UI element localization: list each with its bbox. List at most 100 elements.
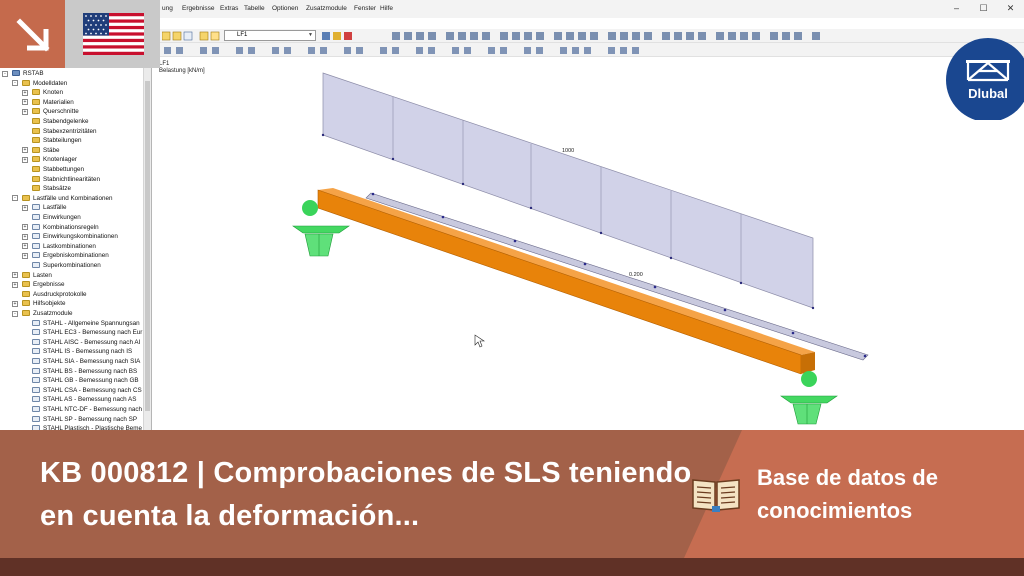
tree-item-label: Lastfälle und Kombinationen <box>33 194 113 202</box>
tree-item[interactable]: Kombinationsregeln <box>32 223 99 232</box>
tree-item-label: Ergebniskombinationen <box>43 252 109 260</box>
folder-icon <box>32 118 40 124</box>
tree-item[interactable]: Ausdruckprotokolle <box>22 290 87 299</box>
tree-toggle[interactable]: + <box>22 147 28 154</box>
tree-item[interactable]: Zusatzmodule <box>22 309 73 318</box>
book-icon <box>692 479 740 512</box>
toolbar-file-icons[interactable] <box>162 31 222 41</box>
toolbar-tool-icons[interactable] <box>322 31 1022 41</box>
loadcase-select-value: LF1 <box>237 32 248 38</box>
module-icon <box>32 233 40 240</box>
tree-item[interactable]: Modelldaten <box>22 79 67 88</box>
tree-item-label: STAHL IS - Bemessung nach IS <box>43 348 133 356</box>
tree-item-label: Stabnichtlinearitäten <box>43 175 101 183</box>
tree-item[interactable]: STAHL SIA - Bemessung nach SIA <box>32 357 140 366</box>
tree-toggle[interactable]: + <box>22 243 28 250</box>
tree-item[interactable]: STAHL SP - Bemessung nach SP <box>32 415 137 424</box>
tree-item[interactable]: Materialien <box>32 98 74 107</box>
tree-toggle[interactable]: + <box>22 204 28 211</box>
menu-item-ergebnisse[interactable]: Ergebnisse <box>182 5 215 12</box>
tree-item[interactable]: STAHL BS - Bemessung nach BS <box>32 367 137 376</box>
tree-item-label: Materialien <box>43 98 74 106</box>
folder-icon <box>22 194 30 201</box>
tree-item-label: Lastkombinationen <box>43 242 96 250</box>
tree-toggle[interactable]: + <box>12 281 18 288</box>
menu-item-tabelle[interactable]: Tabelle <box>244 5 265 12</box>
tree-item[interactable]: Ergebnisse <box>22 280 65 289</box>
tree-item[interactable]: STAHL AISC - Bemessung nach AI <box>32 338 140 347</box>
tree-item[interactable]: Querschnitte <box>32 107 79 116</box>
tree-toggle[interactable]: + <box>12 300 18 307</box>
tree-item[interactable]: Lastkombinationen <box>32 242 96 251</box>
loadcase-select[interactable]: LF1 ▼ <box>224 30 316 41</box>
window-controls: – ☐ ✕ <box>943 0 1024 18</box>
tree-item[interactable]: Stabendgelenke <box>32 117 89 126</box>
tree-item-label: STAHL - Allgemeine Spannungsan <box>43 319 140 327</box>
tree-toggle[interactable]: - <box>12 195 18 202</box>
menu-item-optionen[interactable]: Optionen <box>272 5 298 12</box>
tree-item[interactable]: Stabexzentrizitäten <box>32 127 97 136</box>
menu-item-hilfe[interactable]: Hilfe <box>380 5 393 12</box>
close-button[interactable]: ✕ <box>997 0 1024 18</box>
tree-item[interactable]: STAHL - Allgemeine Spannungsan <box>32 319 140 328</box>
scrollbar-thumb[interactable] <box>145 81 150 411</box>
folder-icon <box>32 108 40 115</box>
module-icon <box>32 242 40 249</box>
menu-item-fenster[interactable]: Fenster <box>354 5 376 12</box>
tree-item[interactable]: Einwirkungskombinationen <box>32 232 118 241</box>
tree-item[interactable]: Lasten <box>22 271 52 280</box>
tree-item[interactable]: Lastfälle und Kombinationen <box>22 194 112 203</box>
toolbar-secondary-icons[interactable] <box>164 45 944 55</box>
tree-toggle[interactable]: + <box>22 156 28 163</box>
tree-item-label: STAHL GB - Bemessung nach GB <box>43 377 139 385</box>
tree-item[interactable]: Hilfsobjekte <box>22 299 66 308</box>
tree-item[interactable]: Stabteilungen <box>32 136 82 145</box>
tree-item[interactable]: Stabbettungen <box>32 165 84 174</box>
tree-item[interactable]: Knotenlager <box>32 155 77 164</box>
tree-item-label: Kombinationsregeln <box>43 223 99 231</box>
tree-toggle[interactable]: + <box>22 89 28 96</box>
tree-item[interactable]: STAHL CSA - Bemessung nach CS <box>32 386 142 395</box>
tree-item[interactable]: STAHL IS - Bemessung nach IS <box>32 347 132 356</box>
tree-item[interactable]: Ergebniskombinationen <box>32 251 109 260</box>
tree-item[interactable]: Stabnichtlinearitäten <box>32 175 100 184</box>
tree-item-label: Querschnitte <box>43 108 79 116</box>
tree-toggle[interactable]: - <box>12 310 18 317</box>
tree-item[interactable]: Superkombinationen <box>32 261 101 270</box>
tree-toggle[interactable]: + <box>22 99 28 106</box>
tree-toggle[interactable]: - <box>12 80 18 87</box>
tree-item[interactable]: STAHL EC3 - Bemessung nach Eur <box>32 328 142 337</box>
tree-item-label: Ausdruckprotokolle <box>33 290 87 298</box>
menu-item-bearbeitung[interactable]: ung <box>162 5 173 12</box>
tree-item-label: STAHL NTC-DF - Bemessung nach <box>43 406 143 413</box>
load-value-bottom: 0.200 <box>629 272 643 278</box>
tree-toggle[interactable]: + <box>22 233 28 240</box>
menu-item-extras[interactable]: Extras <box>220 5 238 12</box>
tree-item[interactable]: Einwirkungen <box>32 213 81 222</box>
tree-item[interactable]: Stäbe <box>32 146 59 155</box>
minimize-button[interactable]: – <box>943 0 970 18</box>
tree-toggle[interactable]: + <box>12 272 18 279</box>
tree-item-label: Einwirkungskombinationen <box>43 233 118 241</box>
arrow-badge <box>0 0 65 68</box>
tree-item[interactable]: STAHL NTC-DF - Bemessung nach <box>32 405 142 414</box>
tree-item[interactable]: Lastfälle <box>32 203 66 212</box>
tree-item[interactable]: Stabsätze <box>32 184 71 193</box>
folder-icon <box>32 127 40 134</box>
tree-item[interactable]: STAHL AS - Bemessung nach AS <box>32 395 136 404</box>
tree-item-label: Stabbettungen <box>43 166 84 173</box>
tree-item[interactable]: Knoten <box>32 88 63 97</box>
tree-toggle[interactable]: - <box>2 70 8 77</box>
model-scene[interactable]: 1000 0.200 <box>153 58 1024 432</box>
tree-item[interactable]: STAHL GB - Bemessung nach GB <box>32 376 139 385</box>
model-viewport[interactable]: LF1 Belastung [kN/m] 1000 0.200 <box>153 58 1024 432</box>
navigator-scrollbar[interactable] <box>143 67 151 432</box>
maximize-button[interactable]: ☐ <box>970 0 997 18</box>
tree-toggle[interactable]: + <box>22 252 28 259</box>
tree-toggle[interactable]: + <box>22 224 28 231</box>
module-icon <box>32 329 40 336</box>
tree-item-label: Modelldaten <box>33 79 68 87</box>
tree-toggle[interactable]: + <box>22 108 28 115</box>
menu-item-zusatzmodule[interactable]: Zusatzmodule <box>306 5 347 12</box>
tree-item[interactable]: RSTAB <box>12 69 44 78</box>
